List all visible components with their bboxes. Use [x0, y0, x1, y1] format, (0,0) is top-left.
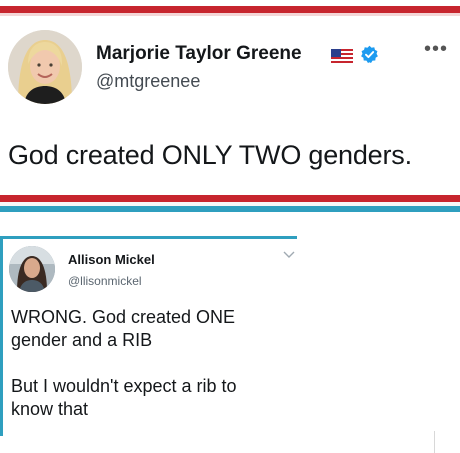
red-stripe-middle: [0, 195, 460, 202]
verified-badge-icon: [361, 45, 378, 64]
tweet-text-line: But I wouldn't expect a rib to: [11, 376, 237, 396]
us-flag-icon: [331, 49, 353, 63]
tweet-card-primary: Marjorie Taylor Greene @mtgreenee ••• Go…: [0, 16, 460, 195]
avatar-photo: [9, 246, 55, 292]
red-stripe-top: [0, 6, 460, 13]
tweet-card-reply: Allison Mickel @llisonmickel WRONG. God …: [0, 236, 460, 453]
more-options-button[interactable]: •••: [424, 38, 448, 61]
author-name[interactable]: Marjorie Taylor Greene: [96, 43, 302, 65]
screenshot-collage: Marjorie Taylor Greene @mtgreenee ••• Go…: [0, 0, 460, 453]
tweet-text-line: WRONG. God created ONE: [11, 307, 236, 327]
author-handle[interactable]: @llisonmickel: [68, 274, 142, 288]
author-name[interactable]: Allison Mickel: [68, 252, 155, 267]
blue-stripe-middle: [0, 206, 460, 212]
author-handle[interactable]: @mtgreenee: [96, 71, 200, 92]
avatar-photo: [8, 30, 82, 104]
card-border-top: [0, 236, 297, 239]
card-border-left: [0, 236, 3, 436]
tweet-text-line: know that: [11, 399, 89, 419]
chevron-down-icon[interactable]: [283, 250, 295, 260]
tweet-text: God created ONLY TWO genders.: [8, 140, 412, 170]
tweet-text-line: gender and a RIB: [11, 330, 153, 350]
tweet-text: WRONG. God created ONE gender and a RIB …: [11, 306, 311, 421]
avatar[interactable]: [9, 246, 55, 292]
card-border-right: [434, 431, 435, 453]
avatar[interactable]: [8, 30, 82, 104]
